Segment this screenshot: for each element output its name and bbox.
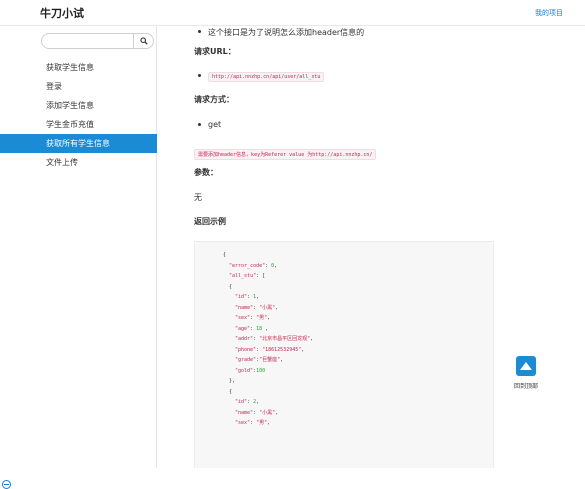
code-line: "age": 18 , <box>223 324 493 335</box>
code-key: "name" <box>235 304 254 311</box>
sidebar-item-add-student[interactable]: 添加学生信息 <box>0 96 157 115</box>
code-punct: , <box>275 409 279 416</box>
code-string: "男" <box>256 315 268 321</box>
sidebar: 获取学生信息 登录 添加学生信息 学生金币充值 获取所有学生信息 文件上传 <box>0 26 157 489</box>
code-line: "error_code": 0, <box>223 261 493 272</box>
minus-icon <box>4 484 9 485</box>
brand-title: 牛刀小试 <box>40 7 84 20</box>
code-string: "巨蟹座" <box>259 357 281 363</box>
code-line: { <box>223 282 493 293</box>
code-line: "grade":"巨蟹座", <box>223 355 493 366</box>
code-key: "name" <box>235 409 254 416</box>
code-line: "name": "小黑", <box>223 408 493 419</box>
code-line: { <box>223 250 493 261</box>
sidebar-nav: 获取学生信息 登录 添加学生信息 学生金币充值 获取所有学生信息 文件上传 <box>0 58 157 172</box>
top-bar: 牛刀小试 我的项目 <box>0 0 585 26</box>
code-punct: , <box>267 315 271 321</box>
method-heading: 请求方式： <box>194 95 234 104</box>
method-bullet: get <box>194 120 221 129</box>
code-punct: , <box>262 325 269 332</box>
code-punct: { <box>223 252 227 258</box>
code-line: "id": 1, <box>223 292 493 303</box>
code-line: "phone": "18612532945", <box>223 345 493 356</box>
code-punct: }, <box>229 378 236 384</box>
code-line: "sex": "男", <box>223 313 493 324</box>
search-button[interactable] <box>133 33 153 49</box>
url-heading: 请求URL： <box>194 47 236 56</box>
code-punct: , <box>256 399 260 405</box>
code-string: "18612532945" <box>262 346 302 353</box>
request-url: http://api.nnzhp.cn/api/user/all_stu <box>208 72 325 82</box>
code-line: "name": "小黑", <box>223 303 493 314</box>
intro-bullet: 这个接口是为了说明怎么添加header信息的 <box>194 27 524 38</box>
sidebar-item-get-all-students[interactable]: 获取所有学生信息 <box>0 134 157 153</box>
code-string: "北京市昌平区回龙观" <box>259 336 311 342</box>
note-line: 需要添加header信息，key为Referer value 为http://a… <box>194 141 377 160</box>
params-value: 无 <box>194 193 202 202</box>
sidebar-item-login[interactable]: 登录 <box>0 77 157 96</box>
code-punct: , <box>275 304 279 311</box>
sidebar-collapse-button[interactable] <box>2 480 11 489</box>
code-punct: , <box>280 357 284 363</box>
params-heading: 参数： <box>194 168 218 177</box>
code-punct: { <box>229 388 233 395</box>
code-line: "addr": "北京市昌平区回龙观", <box>223 334 493 345</box>
back-to-top[interactable]: 回到顶部 <box>508 356 544 390</box>
code-punct: , <box>310 336 314 342</box>
code-key: "age" <box>235 325 251 332</box>
code-line: "sex": "男", <box>223 418 493 429</box>
code-key: "id" <box>235 294 248 300</box>
code-line: { <box>223 387 493 398</box>
code-key: "all_stu" <box>229 273 257 279</box>
sidebar-item-file-upload[interactable]: 文件上传 <box>0 153 157 172</box>
code-line: "id": 2, <box>223 397 493 408</box>
search-input[interactable] <box>48 35 134 47</box>
code-key: "id" <box>235 399 248 405</box>
header-note: 需要添加header信息，key为Referer value 为http://a… <box>194 149 377 160</box>
code-string: "小黑" <box>259 304 276 311</box>
back-to-top-label: 回到顶部 <box>513 383 538 390</box>
code-key: "sex" <box>235 420 251 426</box>
code-key: "gold" <box>235 367 254 374</box>
code-key: "error_code" <box>229 262 266 269</box>
search-icon <box>139 37 148 45</box>
code-string: "男" <box>256 420 268 426</box>
code-key: "addr" <box>235 336 254 342</box>
code-line: "gold":100 <box>223 366 493 377</box>
code-punct: , <box>267 420 271 426</box>
code-number: 100 <box>256 367 266 374</box>
sidebar-item-get-student-info[interactable]: 获取学生信息 <box>0 58 157 77</box>
back-to-top-button[interactable] <box>516 356 536 376</box>
code-line: }, <box>223 376 493 387</box>
code-key: "sex" <box>235 315 251 321</box>
code-key: "grade" <box>235 357 257 363</box>
url-bullet: http://api.nnzhp.cn/api/user/all_stu <box>194 71 524 82</box>
code-punct: , <box>274 262 278 269</box>
code-punct: : [ <box>256 273 266 279</box>
code-punct: { <box>229 283 233 290</box>
code-punct: , <box>301 346 305 353</box>
code-line: "all_stu": [ <box>223 271 493 282</box>
code-punct: , <box>256 294 260 300</box>
chevron-up-icon <box>520 362 532 370</box>
response-example-code: {"error_code": 0, "all_stu": [{"id": 1, "n… <box>194 241 494 468</box>
code-key: "phone" <box>235 346 257 353</box>
code-string: "小黑" <box>259 409 276 416</box>
sidebar-item-gold-recharge[interactable]: 学生金币充值 <box>0 115 157 134</box>
search-box <box>41 33 154 49</box>
my-projects-link[interactable]: 我的项目 <box>535 8 563 18</box>
example-heading: 返回示例 <box>194 217 226 226</box>
